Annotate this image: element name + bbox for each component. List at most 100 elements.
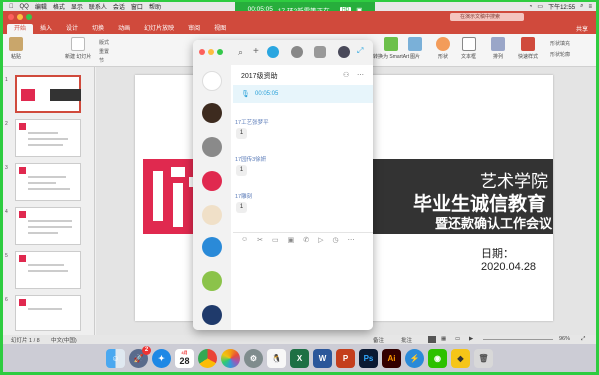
reading-view-icon[interactable]: ▭ <box>455 336 460 342</box>
group-members-icon[interactable]: ⚇ <box>343 71 349 79</box>
launchpad-icon[interactable]: 🚀 2 <box>129 345 151 368</box>
tab-design[interactable]: 设计 <box>59 24 85 34</box>
tab-slideshow[interactable]: 幻灯片放映 <box>137 24 181 34</box>
xunlei-icon[interactable]: ⚡ <box>405 348 424 368</box>
trash-icon[interactable]: 🗑 <box>474 348 493 368</box>
shape-outline-button[interactable]: 形状轮廓 <box>550 51 570 58</box>
wechat-icon[interactable]: ◉ <box>428 348 447 368</box>
photos-icon[interactable] <box>221 348 240 368</box>
clock-icon[interactable]: ◷ <box>333 236 339 244</box>
paste-button[interactable]: 粘贴 <box>9 37 23 60</box>
shape-fill-button[interactable]: 形状填充 <box>550 40 570 47</box>
conversation-avatar[interactable] <box>202 271 222 291</box>
emoji-icon[interactable]: ☺ <box>241 236 248 243</box>
expand-icon[interactable]: ⤢ <box>357 46 363 56</box>
textbox-button[interactable]: 文本框 <box>461 37 476 60</box>
close-icon[interactable] <box>199 49 205 55</box>
message-input[interactable] <box>233 247 373 330</box>
zoom-level[interactable]: 96% <box>559 336 570 342</box>
tab-transitions[interactable]: 切换 <box>85 24 111 34</box>
maps-icon[interactable]: ◆ <box>451 348 470 368</box>
tab-insert[interactable]: 插入 <box>33 24 59 34</box>
conversation-avatar[interactable] <box>202 237 222 257</box>
battery-icon[interactable]: ▭ <box>537 3 543 10</box>
new-slide-button[interactable]: 新建 幻灯片 <box>65 37 91 60</box>
layout-button[interactable]: 版式 <box>99 39 109 46</box>
section-button[interactable]: 节 <box>99 57 104 64</box>
share-button[interactable]: 共享 <box>576 24 588 33</box>
zoom-icon[interactable] <box>26 14 32 20</box>
quick-styles-button[interactable]: 快速样式 <box>518 37 538 60</box>
image-icon[interactable]: ▣ <box>288 236 295 244</box>
slide-thumb-4[interactable] <box>15 207 81 245</box>
message-sender[interactable]: 17园传3徐妍 <box>235 155 266 163</box>
scissors-icon[interactable]: ✂ <box>257 236 263 244</box>
apple-icon[interactable]:  <box>9 4 14 10</box>
normal-view-icon[interactable] <box>428 336 436 343</box>
excel-icon[interactable]: X <box>290 348 309 368</box>
message-sender[interactable]: 17雕刻 <box>235 192 252 200</box>
system-preferences-icon[interactable]: ⚙ <box>244 348 263 368</box>
message-sender[interactable]: 17工艺张梦平 <box>235 118 269 126</box>
tab-animations[interactable]: 动画 <box>111 24 137 34</box>
conversation-avatar[interactable] <box>202 205 222 225</box>
picture-button[interactable]: 图片 <box>408 37 422 60</box>
menu-edit[interactable]: 编辑 <box>35 2 47 11</box>
calendar-icon[interactable]: 4月 28 <box>175 348 194 368</box>
menu-conversation[interactable]: 会话 <box>113 2 125 11</box>
notes-button[interactable]: 备注 <box>373 336 384 344</box>
menu-view[interactable]: 显示 <box>71 2 83 11</box>
more-icon[interactable]: ⋯ <box>348 236 355 244</box>
qq-icon[interactable]: 🐧 <box>267 348 286 368</box>
minimize-icon[interactable] <box>208 49 214 55</box>
menu-contacts[interactable]: 联系人 <box>89 2 107 11</box>
conversation-avatar[interactable] <box>202 103 222 123</box>
user-avatar[interactable] <box>338 46 350 58</box>
slide-thumb-1[interactable] <box>15 75 81 113</box>
shape-button[interactable]: 形状 <box>436 37 450 60</box>
voice-call-bar[interactable] <box>233 85 373 103</box>
chrome-icon[interactable] <box>198 348 217 368</box>
safari-icon[interactable]: ✦ <box>152 348 171 368</box>
tab-review[interactable]: 审阅 <box>181 24 207 34</box>
conversation-avatar[interactable] <box>202 171 222 191</box>
menu-qq[interactable]: QQ <box>20 4 29 10</box>
illustrator-icon[interactable]: Ai <box>382 348 401 368</box>
phone-icon[interactable]: ✆ <box>303 236 309 244</box>
convert-smartart-button[interactable]: 转换为 SmartArt <box>373 37 409 60</box>
arrange-button[interactable]: 排列 <box>491 37 505 60</box>
more-icon[interactable]: ⋯ <box>357 71 364 79</box>
ppt-search-input[interactable]: 在演示文稿中搜索 <box>450 13 524 21</box>
menu-format[interactable]: 格式 <box>53 2 65 11</box>
close-icon[interactable] <box>8 14 14 20</box>
finder-icon[interactable]: ☺ <box>106 348 125 368</box>
menubar-clock[interactable]: 下午12:55 <box>548 2 575 11</box>
message-icon[interactable] <box>267 46 279 58</box>
apps-grid-icon[interactable] <box>314 46 326 58</box>
video-icon[interactable]: ▷ <box>318 236 323 244</box>
reset-button[interactable]: 重置 <box>99 48 109 55</box>
contacts-icon[interactable] <box>291 46 303 58</box>
folder-icon[interactable]: ▭ <box>272 236 279 244</box>
add-icon[interactable]: + <box>253 46 259 57</box>
comments-button[interactable]: 批注 <box>401 336 412 344</box>
powerpoint-icon[interactable]: P <box>336 348 355 368</box>
wifi-icon[interactable]: ◔ <box>529 4 533 10</box>
slide-thumb-6[interactable] <box>15 295 81 331</box>
conversation-avatar[interactable] <box>202 137 222 157</box>
word-icon[interactable]: W <box>313 348 332 368</box>
slide-sorter-icon[interactable]: ▦ <box>441 336 446 342</box>
list-icon[interactable]: ≡ <box>588 4 592 10</box>
fit-slide-icon[interactable]: ⤢ <box>581 336 585 343</box>
tab-view[interactable]: 视图 <box>207 24 233 34</box>
zoom-slider[interactable] <box>483 339 553 340</box>
minimize-icon[interactable] <box>17 14 23 20</box>
slide-thumb-3[interactable] <box>15 163 81 201</box>
zoom-icon[interactable] <box>217 49 223 55</box>
language[interactable]: 中文(中国) <box>51 336 77 344</box>
photoshop-icon[interactable]: Ps <box>359 348 378 368</box>
tab-home[interactable]: 开始 <box>7 24 34 34</box>
slideshow-icon[interactable]: ▶ <box>469 336 473 342</box>
slide-thumb-5[interactable] <box>15 251 81 289</box>
menu-window[interactable]: 窗口 <box>131 2 143 11</box>
